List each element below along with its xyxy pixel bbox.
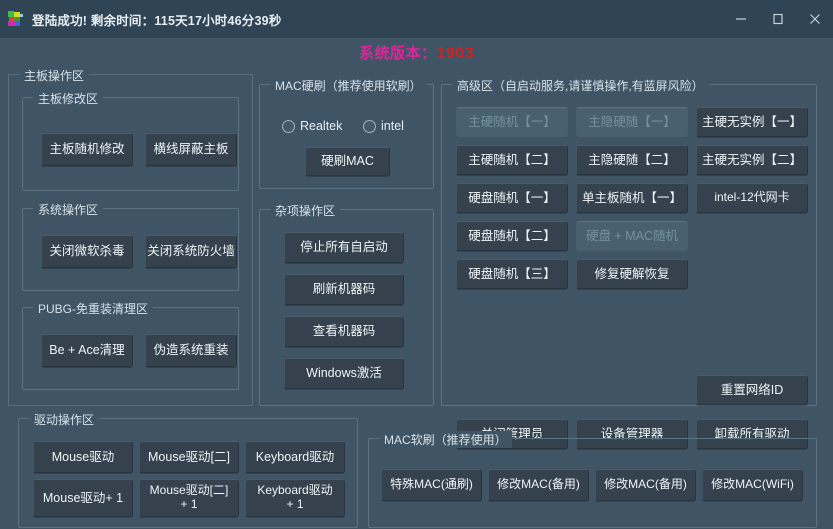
button-keyboard-driver-plus1[interactable]: Keyboard驱动 + 1 — [245, 479, 345, 517]
button-special-mac-universal[interactable]: 特殊MAC(通刷) — [381, 469, 482, 501]
group-pubg-area: PUBG-免重装清理区 Be + Ace清理 伪造系统重装 — [22, 307, 239, 390]
group-mainboard-modify: 主板修改区 主板随机修改 横线屏蔽主板 — [22, 97, 239, 191]
system-version-label: 系统版本： — [359, 45, 437, 62]
button-adv-intel-12gen-nic[interactable]: intel-12代网卡 — [696, 183, 808, 213]
group-mac-hard-flash: MAC硬刷（推荐使用软刷） Realtek intel 硬刷MAC — [259, 84, 434, 189]
button-stop-all-autostart[interactable]: 停止所有自启动 — [284, 232, 404, 263]
button-modify-mac-backup-2[interactable]: 修改MAC(备用) — [595, 469, 696, 501]
group-misc-area: 杂项操作区 停止所有自启动 刷新机器码 查看机器码 Windows激活 — [259, 209, 434, 406]
radio-realtek[interactable]: Realtek — [282, 119, 342, 133]
button-adv-disk-plus-mac-random[interactable]: 硬盘 + MAC随机 — [576, 221, 688, 251]
button-adv-disk-random-3[interactable]: 硬盘随机【三】 — [456, 259, 568, 289]
button-adv-main-hide-hdd-1[interactable]: 主隐硬随【一】 — [576, 107, 688, 137]
button-adv-main-hdd-noinstance-1[interactable]: 主硬无实例【一】 — [696, 107, 808, 137]
close-icon[interactable] — [796, 0, 833, 38]
button-fake-system-reinstall[interactable]: 伪造系统重装 — [145, 334, 237, 367]
button-adv-disk-random-1[interactable]: 硬盘随机【一】 — [456, 183, 568, 213]
button-be-ace-clean[interactable]: Be + Ace清理 — [41, 334, 133, 367]
system-version-banner: 系统版本：1903 — [0, 38, 833, 66]
group-pubg-area-legend: PUBG-免重装清理区 — [33, 300, 153, 317]
group-mac-soft-flash: MAC软刷（推荐使用） 特殊MAC(通刷) 修改MAC(备用) 修改MAC(备用… — [368, 438, 817, 528]
button-adv-main-hdd-random-2[interactable]: 主硬随机【二】 — [456, 145, 568, 175]
group-system-area: 系统操作区 关闭微软杀毒 关闭系统防火墙 — [22, 208, 239, 291]
button-view-machine-code[interactable]: 查看机器码 — [284, 316, 404, 347]
button-mouse-driver-plus1[interactable]: Mouse驱动+ 1 — [33, 479, 133, 517]
button-modify-mac-wifi[interactable]: 修改MAC(WiFi) — [702, 469, 803, 501]
button-hard-flash-mac[interactable]: 硬刷MAC — [305, 147, 390, 176]
button-adv-main-hdd-random-1[interactable]: 主硬随机【一】 — [456, 107, 568, 137]
app-logo-icon — [7, 11, 23, 27]
radio-realtek-label: Realtek — [300, 119, 342, 133]
button-mainboard-line-shield[interactable]: 横线屏蔽主板 — [145, 133, 237, 166]
button-mouse-driver-2[interactable]: Mouse驱动[二] — [139, 441, 239, 473]
button-adv-single-board-random-1[interactable]: 单主板随机【一】 — [576, 183, 688, 213]
button-mouse-driver[interactable]: Mouse驱动 — [33, 441, 133, 473]
radio-intel-dot[interactable] — [363, 120, 376, 133]
group-advanced-area: 高级区（自启动服务,请谨慎操作,有蓝屏风险） 主硬随机【一】 主隐硬随【一】 主… — [441, 84, 817, 406]
button-disable-defender[interactable]: 关闭微软杀毒 — [41, 235, 133, 268]
button-adv-disk-random-2[interactable]: 硬盘随机【二】 — [456, 221, 568, 251]
system-version-text: 系统版本：1903 — [359, 42, 474, 63]
window-controls — [722, 0, 833, 38]
button-modify-mac-backup-1[interactable]: 修改MAC(备用) — [488, 469, 589, 501]
group-driver-area-legend: 驱动操作区 — [29, 411, 99, 428]
button-windows-activate[interactable]: Windows激活 — [284, 358, 404, 389]
window-title: 登陆成功! 剩余时间：115天17小时46分39秒 — [32, 10, 282, 29]
group-misc-area-legend: 杂项操作区 — [270, 202, 340, 219]
group-mainboard-area: 主板操作区 主板修改区 主板随机修改 横线屏蔽主板 系统操作区 关闭微软杀毒 关… — [8, 74, 253, 406]
button-refresh-machine-code[interactable]: 刷新机器码 — [284, 274, 404, 305]
group-advanced-area-legend: 高级区（自启动服务,请谨慎操作,有蓝屏风险） — [452, 77, 709, 94]
group-system-area-legend: 系统操作区 — [33, 201, 103, 218]
button-adv-reset-network-id[interactable]: 重置网络ID — [696, 375, 808, 405]
group-mac-hard-flash-legend: MAC硬刷（推荐使用软刷） — [270, 77, 427, 94]
application-window: 登陆成功! 剩余时间：115天17小时46分39秒 系统版本：1903 主板操作… — [0, 0, 833, 529]
button-adv-main-hide-hdd-2[interactable]: 主隐硬随【二】 — [576, 145, 688, 175]
button-keyboard-driver[interactable]: Keyboard驱动 — [245, 441, 345, 473]
group-mainboard-area-legend: 主板操作区 — [19, 67, 89, 84]
group-mac-soft-flash-legend: MAC软刷（推荐使用） — [379, 431, 512, 448]
radio-intel[interactable]: intel — [363, 119, 404, 133]
main-content: 主板操作区 主板修改区 主板随机修改 横线屏蔽主板 系统操作区 关闭微软杀毒 关… — [0, 66, 833, 529]
title-bar: 登陆成功! 剩余时间：115天17小时46分39秒 — [0, 0, 833, 38]
button-adv-main-hdd-noinstance-2[interactable]: 主硬无实例【二】 — [696, 145, 808, 175]
button-mouse-driver-2-plus1[interactable]: Mouse驱动[二] + 1 — [139, 479, 239, 517]
group-mainboard-modify-legend: 主板修改区 — [33, 90, 103, 107]
minimize-icon[interactable] — [722, 0, 759, 38]
maximize-icon[interactable] — [759, 0, 796, 38]
button-adv-repair-hard-decode[interactable]: 修复硬解恢复 — [576, 259, 688, 289]
radio-intel-label: intel — [381, 119, 404, 133]
button-disable-firewall[interactable]: 关闭系统防火墙 — [145, 235, 237, 268]
button-mainboard-random-modify[interactable]: 主板随机修改 — [41, 133, 133, 166]
system-version-value: 1903 — [436, 45, 474, 62]
radio-realtek-dot[interactable] — [282, 120, 295, 133]
group-driver-area: 驱动操作区 Mouse驱动 Mouse驱动[二] Keyboard驱动 Mous… — [18, 418, 358, 528]
